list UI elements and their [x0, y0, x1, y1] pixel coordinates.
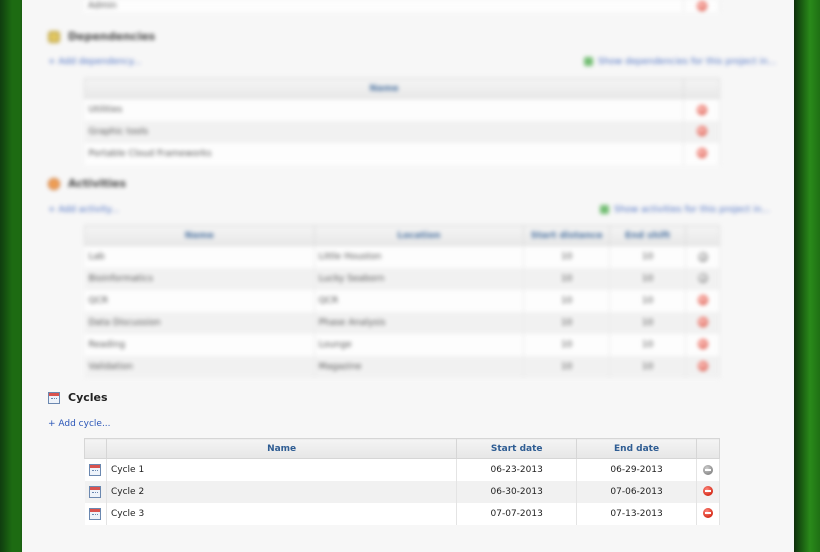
export-activities-link[interactable]: Show activities for this project in... — [600, 205, 770, 215]
table-row: Data Discussion Phase Analysis 10 10 — [84, 311, 720, 334]
table-row[interactable]: Cycle 1 06-23-2013 06-29-2013 — [84, 458, 721, 481]
export-dependencies-link[interactable]: Show dependencies for this project in... — [584, 57, 776, 67]
cycles-header-name[interactable]: Name — [105, 438, 458, 459]
cycle-name[interactable]: Cycle 1 — [106, 458, 458, 481]
activities-table: Name Location Start distance End shift L… — [84, 225, 720, 378]
add-cycle-link[interactable]: + Add cycle... — [48, 419, 111, 429]
table-row: Validation Magazine 10 10 — [84, 355, 720, 378]
activities-header-location: Location — [313, 225, 525, 246]
activities-header-end: End shift — [609, 225, 687, 246]
table-row: Lab Little Houston 10 10 — [84, 245, 720, 268]
remove-icon[interactable] — [697, 361, 708, 372]
add-activity-link[interactable]: + Add activity... — [48, 205, 119, 215]
remove-icon[interactable] — [696, 126, 707, 137]
cycles-table: Name Start date End date Cycle 1 06-23-2… — [84, 438, 721, 525]
remove-icon[interactable] — [697, 251, 708, 262]
cycle-end-date: 07-06-2013 — [576, 480, 697, 503]
previous-table: Admin — [84, 0, 720, 12]
remove-icon[interactable] — [697, 273, 708, 284]
export-icon — [584, 57, 593, 66]
calendar-icon — [89, 485, 102, 498]
cycles-header-end-date[interactable]: End date — [576, 438, 697, 459]
remove-icon[interactable] — [702, 508, 713, 519]
dependencies-header-name: Name — [83, 78, 685, 99]
activities-header-start: Start distance — [523, 225, 611, 246]
activities-heading: Activities — [48, 177, 126, 190]
calendar-icon — [89, 507, 102, 520]
table-row[interactable]: Cycle 3 07-07-2013 07-13-2013 — [84, 502, 721, 525]
table-row[interactable]: Cycle 2 06-30-2013 07-06-2013 — [84, 480, 721, 503]
remove-icon[interactable] — [702, 486, 713, 497]
cycle-end-date: 07-13-2013 — [576, 502, 697, 525]
calendar-icon — [89, 463, 102, 476]
cycles-header-start-date[interactable]: Start date — [456, 438, 578, 459]
add-dependency-link[interactable]: + Add dependency... — [48, 57, 141, 67]
activity-icon — [48, 177, 60, 190]
export-icon — [600, 205, 609, 214]
dependency-icon — [48, 30, 60, 43]
remove-icon[interactable] — [697, 339, 708, 350]
cycle-name[interactable]: Cycle 2 — [106, 480, 458, 503]
cycle-name[interactable]: Cycle 3 — [106, 502, 458, 525]
table-row: Graphic tools — [84, 120, 720, 143]
dependencies-heading: Dependencies — [48, 30, 155, 43]
cycles-heading: Cycles — [48, 391, 108, 404]
table-row: Bioinformatics Lucky Seaborn 10 10 — [84, 267, 720, 290]
remove-icon[interactable] — [696, 0, 707, 11]
cycle-end-date: 06-29-2013 — [576, 458, 697, 481]
calendar-icon — [48, 391, 60, 404]
remove-icon-disabled — [702, 464, 713, 475]
cycles-title: Cycles — [68, 391, 108, 404]
window-background — [794, 0, 820, 552]
table-row: Portable Cloud Frameworks — [84, 142, 720, 165]
activities-header-name: Name — [84, 225, 315, 246]
previous-row-label: Admin — [84, 0, 684, 12]
cycle-start-date: 07-07-2013 — [456, 502, 578, 525]
cycle-start-date: 06-23-2013 — [456, 458, 578, 481]
table-row: Reading Lounge 10 10 — [84, 333, 720, 356]
content-panel: Admin Dependencies + Add dependency... S… — [22, 0, 794, 552]
dependencies-table: Name Utilities Graphic tools Portable Cl… — [83, 78, 720, 165]
table-row: QCR QCR 10 10 — [84, 289, 720, 312]
remove-icon[interactable] — [696, 148, 707, 159]
remove-icon[interactable] — [697, 295, 708, 306]
remove-icon[interactable] — [696, 104, 707, 115]
cycle-start-date: 06-30-2013 — [456, 480, 578, 503]
table-row: Utilities — [84, 98, 720, 121]
remove-icon[interactable] — [697, 317, 708, 328]
